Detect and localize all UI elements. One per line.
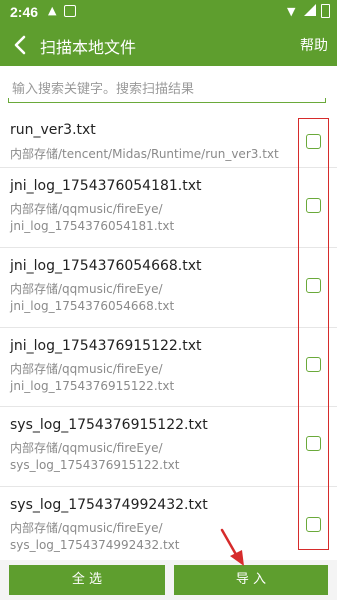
file-row[interactable]: sys_log_1754376915122.txt 内部存储/qqmusic/f… [0,407,337,487]
search-field[interactable] [8,77,326,103]
file-checkbox[interactable] [306,436,321,451]
help-button[interactable]: 帮助 [300,35,328,55]
file-checkbox[interactable] [306,517,321,532]
file-row[interactable]: jni_log_1754376054668.txt 内部存储/qqmusic/f… [0,248,337,328]
file-row[interactable]: run_ver3.txt 内部存储/tencent/Midas/Runtime/… [0,114,337,168]
file-checkbox[interactable] [306,357,321,372]
file-name: sys_log_1754376915122.txt [10,417,208,433]
search-input[interactable] [8,77,326,101]
file-path: jni_log_1754376054181.txt [10,219,175,233]
notification-square-icon [64,5,76,17]
page-title: 扫描本地文件 [40,38,137,57]
status-bar: 2:46 ▲ ▼ [0,0,337,24]
file-name: jni_log_1754376054668.txt [10,258,202,274]
file-row[interactable]: sys_log_1754374992432.txt 内部存储/qqmusic/f… [0,487,337,565]
search-underline [8,102,326,103]
battery-icon [321,4,330,18]
signal-icon [304,4,316,16]
file-path: sys_log_1754374992432.txt [10,538,180,552]
file-path: 内部存储/qqmusic/fireEye/ [10,441,163,455]
file-path: sys_log_1754376915122.txt [10,458,180,472]
file-path: 内部存储/qqmusic/fireEye/ [10,202,163,216]
file-path: jni_log_1754376054668.txt [10,299,175,313]
file-path: 内部存储/qqmusic/fireEye/ [10,521,163,535]
file-checkbox[interactable] [306,278,321,293]
file-name: run_ver3.txt [10,122,96,138]
file-checkbox[interactable] [306,134,321,149]
file-name: sys_log_1754374992432.txt [10,497,208,513]
file-checkbox[interactable] [306,198,321,213]
notification-a-icon: ▲ [48,4,57,17]
file-path: jni_log_1754376915122.txt [10,379,175,393]
wifi-icon: ▼ [287,5,296,18]
file-path: 内部存储/tencent/Midas/Runtime/run_ver3.txt [10,147,279,161]
file-name: jni_log_1754376915122.txt [10,338,202,354]
file-list: run_ver3.txt 内部存储/tencent/Midas/Runtime/… [0,114,337,565]
file-row[interactable]: jni_log_1754376915122.txt 内部存储/qqmusic/f… [0,328,337,407]
app-bar: 扫描本地文件 帮助 [0,24,337,66]
file-path: 内部存储/qqmusic/fireEye/ [10,362,163,376]
file-row[interactable]: jni_log_1754376054181.txt 内部存储/qqmusic/f… [0,168,337,248]
file-path: 内部存储/qqmusic/fireEye/ [10,282,163,296]
status-time: 2:46 [10,4,39,20]
select-all-button[interactable]: 全 选 [9,565,165,595]
import-button[interactable]: 导 入 [174,565,328,595]
file-name: jni_log_1754376054181.txt [10,178,202,194]
back-arrow-icon[interactable] [10,34,32,56]
